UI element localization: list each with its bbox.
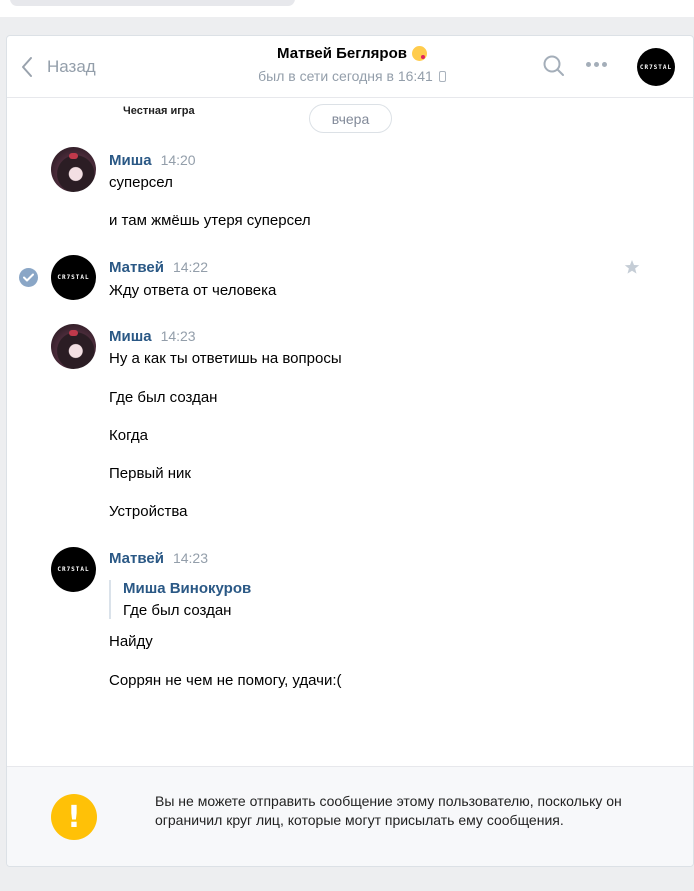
contact-avatar[interactable]: CR7STAL xyxy=(637,48,675,86)
message-time[interactable]: 14:22 xyxy=(173,259,208,275)
message-author[interactable]: Матвей xyxy=(109,550,164,567)
forwarded-quote[interactable]: Миша Винокуров Где был создан xyxy=(109,580,251,619)
avatar[interactable] xyxy=(51,147,96,192)
chevron-left-icon xyxy=(22,57,32,77)
kiss-emoji-icon xyxy=(411,46,427,61)
chat-header: Назад Матвей Бегляров был в сети сегодня… xyxy=(7,36,693,98)
chat-title: Матвей Бегляров был в сети сегодня в 16:… xyxy=(207,45,497,84)
message-text: Устройства xyxy=(109,503,188,520)
pinned-text: Честная игра xyxy=(123,105,195,117)
message-text: Найду xyxy=(109,633,153,650)
selected-check-icon[interactable] xyxy=(19,268,38,287)
quote-text: Где был создан xyxy=(123,602,232,619)
message-author[interactable]: Матвей xyxy=(109,259,164,276)
message-text: Когда xyxy=(109,427,148,444)
message-text: Первый ник xyxy=(109,465,191,482)
online-status: был в сети сегодня в 16:41 xyxy=(258,68,433,84)
more-icon[interactable] xyxy=(586,62,607,67)
message-author[interactable]: Миша xyxy=(109,152,152,169)
avatar[interactable]: CR7STAL xyxy=(51,255,96,300)
top-search-field[interactable] xyxy=(10,0,295,6)
chat-panel: Назад Матвей Бегляров был в сети сегодня… xyxy=(6,35,694,867)
contact-name[interactable]: Матвей Бегляров xyxy=(277,45,407,62)
mobile-phone-icon xyxy=(438,70,446,82)
quote-author[interactable]: Миша Винокуров xyxy=(123,580,251,597)
message-time[interactable]: 14:23 xyxy=(173,550,208,566)
message-time[interactable]: 14:20 xyxy=(161,152,196,168)
message-author[interactable]: Миша xyxy=(109,328,152,345)
message-time[interactable]: 14:23 xyxy=(161,328,196,344)
date-divider: вчера xyxy=(309,104,392,133)
message-text: Ну а как ты ответишь на вопросы xyxy=(109,350,342,367)
avatar[interactable]: CR7STAL xyxy=(51,547,96,592)
message-text: суперсел xyxy=(109,174,173,191)
warning-icon: ! xyxy=(51,794,97,840)
search-icon[interactable] xyxy=(542,54,566,78)
message-text: Где был создан xyxy=(109,389,218,406)
star-icon[interactable] xyxy=(624,259,640,275)
back-label: Назад xyxy=(47,57,96,76)
avatar[interactable] xyxy=(51,324,96,369)
message-text: Соррян не чем не помогу, удачи:( xyxy=(109,672,342,689)
write-restriction-notice: ! Вы не можете отправить сообщение этому… xyxy=(7,766,693,866)
top-strip xyxy=(0,0,694,17)
message-text: Жду ответа от человека xyxy=(109,282,277,299)
message-text: и там жмёшь утеря суперсел xyxy=(109,212,311,229)
back-button[interactable]: Назад xyxy=(21,52,96,82)
notice-text: Вы не можете отправить сообщение этому п… xyxy=(155,793,622,828)
